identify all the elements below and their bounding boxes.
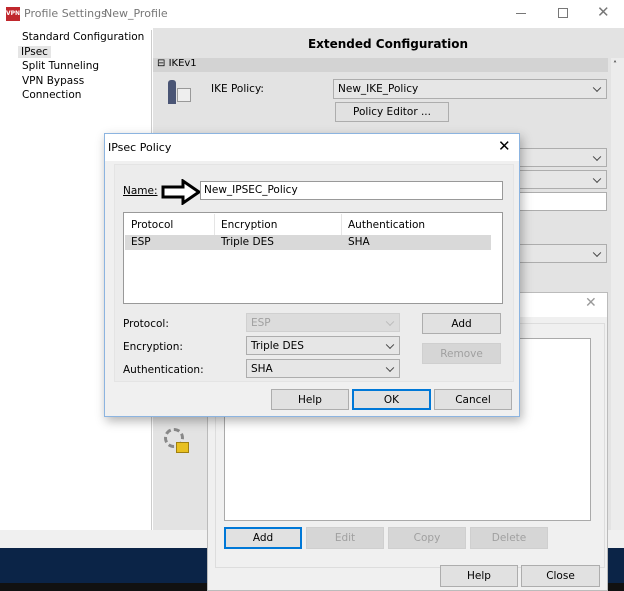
nav-item-ipsec-label: IPsec <box>18 45 51 58</box>
nav-item-split-tunneling[interactable]: Split Tunneling <box>0 59 151 74</box>
cell-protocol: ESP <box>131 236 151 248</box>
app-icon-label: VPN <box>6 10 21 17</box>
authentication-select[interactable]: SHA <box>246 359 400 378</box>
column-authentication[interactable]: Authentication <box>342 214 491 235</box>
maximize-button[interactable] <box>558 8 568 18</box>
close-button[interactable]: ✕ <box>597 3 610 21</box>
policy-add-button[interactable]: Add <box>224 527 302 549</box>
policy-editor-close-icon[interactable]: ✕ <box>585 295 597 311</box>
column-encryption[interactable]: Encryption <box>215 214 342 235</box>
dialog-help-button[interactable]: Help <box>271 389 349 410</box>
main-window-titlebar: VPN Profile Settings New_Profile ✕ <box>0 0 624 28</box>
dialog-close-icon[interactable]: ✕ <box>498 137 511 155</box>
chevron-down-icon <box>385 340 395 349</box>
policy-help-button[interactable]: Help <box>440 565 518 587</box>
encryption-select[interactable]: Triple DES <box>246 336 400 355</box>
name-label: Name: <box>123 185 158 197</box>
dialog-ok-button[interactable]: OK <box>352 389 431 410</box>
dialog-title: IPsec Policy <box>108 141 172 154</box>
cell-encryption: Triple DES <box>221 236 274 248</box>
dialog-remove-button[interactable]: Remove <box>422 343 501 364</box>
dialog-titlebar: IPsec Policy ✕ <box>105 134 519 161</box>
ike-policy-select[interactable]: New_IKE_Policy <box>333 79 607 99</box>
dialog-cancel-button[interactable]: Cancel <box>434 389 512 410</box>
table-header: Protocol Encryption Authentication <box>125 214 491 235</box>
authentication-value: SHA <box>251 362 273 375</box>
authentication-label: Authentication: <box>123 364 204 376</box>
arrow-right-icon <box>161 179 202 205</box>
ike-policy-label: IKE Policy: <box>211 83 264 95</box>
protocol-label: Protocol: <box>123 318 169 330</box>
ike-policy-value: New_IKE_Policy <box>338 83 419 95</box>
nav-item-ipsec[interactable]: IPsec <box>0 45 151 60</box>
dialog-add-button[interactable]: Add <box>422 313 501 334</box>
collapse-icon[interactable]: ⊟ <box>157 58 169 69</box>
scrollbar[interactable]: ˄ <box>611 58 624 530</box>
nav-item-vpn-bypass[interactable]: VPN Bypass <box>0 74 151 89</box>
vpn-app-icon: VPN <box>6 7 20 21</box>
name-input[interactable]: New_IPSEC_Policy <box>200 181 503 200</box>
window-title: Profile Settings <box>24 7 107 20</box>
chevron-down-icon <box>592 152 602 161</box>
column-protocol[interactable]: Protocol <box>125 214 215 235</box>
chevron-down-icon <box>592 174 602 183</box>
protocol-value: ESP <box>251 316 271 329</box>
gear-lock-icon <box>164 428 190 456</box>
chevron-down-icon <box>592 248 602 257</box>
policy-delete-button[interactable]: Delete <box>470 527 548 549</box>
section-ikev1[interactable]: ⊟ IKEv1 <box>153 58 608 72</box>
policy-close-button[interactable]: Close <box>521 565 600 587</box>
chevron-down-icon <box>385 363 395 372</box>
encryption-value: Triple DES <box>251 339 304 352</box>
encryption-label: Encryption: <box>123 341 183 353</box>
table-row[interactable]: ESP Triple DES SHA <box>125 235 491 250</box>
nav-item-connection[interactable]: Connection <box>0 88 151 103</box>
chevron-down-icon <box>592 83 602 93</box>
nav-item-standard-configuration[interactable]: Standard Configuration <box>0 30 151 45</box>
user-policy-icon <box>165 78 191 106</box>
cell-authentication: SHA <box>348 236 370 248</box>
section-label: IKEv1 <box>168 58 197 69</box>
config-header: Extended Configuration <box>307 37 469 51</box>
minimize-button[interactable] <box>516 13 526 14</box>
chevron-down-icon <box>385 317 395 326</box>
name-input-value: New_IPSEC_Policy <box>204 184 298 196</box>
window-profile: New_Profile <box>104 7 168 20</box>
policy-editor-button[interactable]: Policy Editor ... <box>335 102 449 122</box>
policy-copy-button[interactable]: Copy <box>388 527 466 549</box>
proposal-table[interactable]: Protocol Encryption Authentication ESP T… <box>123 212 503 304</box>
policy-edit-button[interactable]: Edit <box>306 527 384 549</box>
protocol-select[interactable]: ESP <box>246 313 400 332</box>
